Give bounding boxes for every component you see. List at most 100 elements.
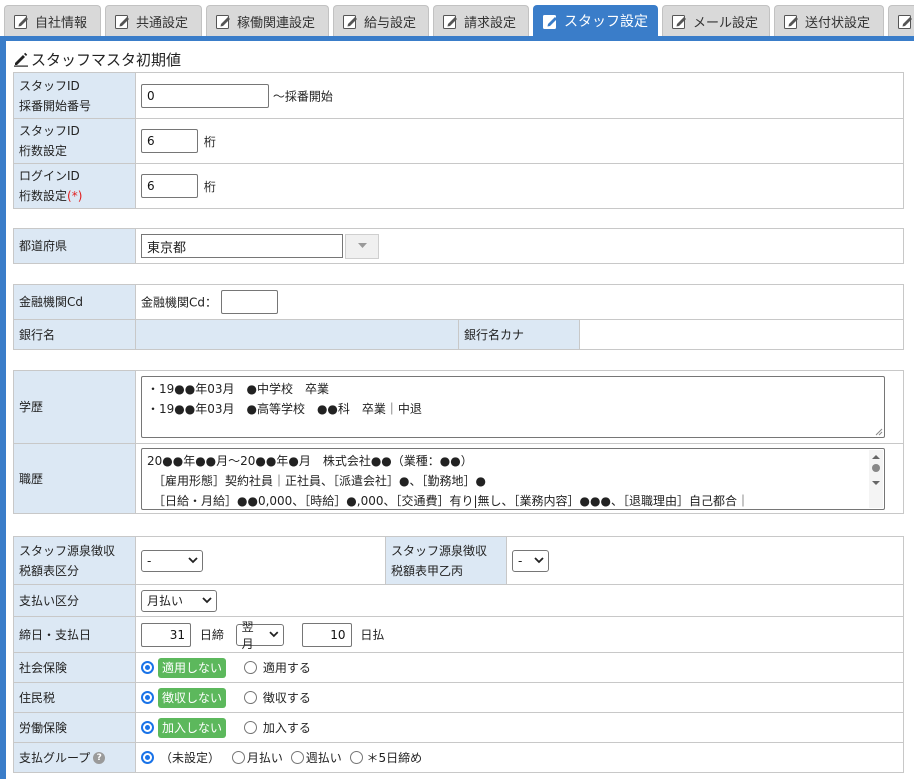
radio-selected[interactable] [141,721,154,734]
tab-staff-settings[interactable]: スタッフ設定 [533,5,658,36]
pay-month-select[interactable]: 翌月 [235,620,284,651]
scroll-up-icon[interactable] [869,452,883,462]
tab-mail-settings[interactable]: メール設定 [662,5,770,36]
pay-group-option-unset[interactable]: （未設定） [141,749,220,766]
pencil-icon [14,52,28,67]
login-id-digits-cell: 桁 [135,163,904,209]
tab-operation-settings[interactable]: 稼働関連設定 [206,5,329,36]
tax-table-class-select[interactable]: - [512,549,549,572]
labor-insurance-label: 労働保険 [13,712,136,743]
left-accent-bar [0,41,6,779]
option-label: 適用する [262,661,311,675]
tab-company-info[interactable]: 自社情報 [4,5,101,36]
social-insurance-option-applied[interactable]: 適用する [243,659,311,676]
caret-down-icon [357,243,367,248]
radio-unselected[interactable] [243,691,257,704]
bank-code-input[interactable] [220,290,278,314]
help-icon[interactable]: ? [93,752,106,764]
bank-name-label: 銀行名 [13,319,136,350]
pay-group-option-monthly[interactable]: 月払い [231,749,283,766]
bank-table: 金融機関Cd 金融機関Cd： 銀行名 銀行名カナ [13,284,904,350]
tab-common-settings[interactable]: 共通設定 [105,5,202,36]
tax-table-type-cell: - [135,536,386,585]
payment-type-select[interactable]: 月払い [141,589,217,612]
chevron-down-icon [202,597,212,604]
radio-unselected[interactable] [290,751,304,764]
login-id-digits-input[interactable] [141,174,198,198]
edit-icon [783,13,800,30]
career-cell: 20●●年●●月～20●●年●月 株式会社●●（業種：●●） ［雇用形態］契約社… [135,443,904,514]
staff-id-start-input[interactable] [141,83,269,108]
label-line: スタッフ源泉徴収 [391,543,488,558]
payment-type-cell: 月払い [135,584,904,617]
staff-id-digits-cell: 桁 [135,118,904,164]
pay-group-option-weekly[interactable]: 週払い [290,749,342,766]
tab-salary-settings[interactable]: 給与設定 [333,5,429,36]
social-insurance-option-not-applied[interactable]: 適用しない [141,657,227,678]
resident-tax-label: 住民税 [13,682,136,713]
text-line: ［雇用形態］契約社員｜正社員、［派遣会社］●、［勤務地］● [147,473,486,488]
edit-icon [215,13,232,30]
tab-label: 自社情報 [35,15,88,31]
tab-label: 稼働関連設定 [237,15,316,31]
tab-more[interactable] [888,5,914,36]
label-line: 税額表甲乙丙 [391,563,464,578]
radio-unselected[interactable] [243,721,257,734]
radio-unselected[interactable] [349,751,363,764]
resident-tax-option-collected[interactable]: 徴収する [243,689,311,706]
staff-id-start-suffix: ～採番開始 [272,89,333,103]
staff-id-digits-input[interactable] [141,129,198,153]
labor-insurance-option-not-joined[interactable]: 加入しない [141,717,227,738]
resident-tax-option-not-collected[interactable]: 徴収しない [141,687,227,708]
tax-table-type-select[interactable]: - [141,549,203,572]
pay-day-input[interactable] [301,622,352,647]
tab-label: スタッフ設定 [564,14,648,30]
staff-id-digits-label: スタッフID 桁数設定 [13,118,136,164]
pay-group-option-5th-closing[interactable]: ＊5日締め [349,749,423,766]
prefecture-dropdown-button[interactable] [345,233,379,259]
payment-type-label: 支払い区分 [13,584,136,617]
history-table: 学歴 ・19●●年03月 ●中学校 卒業 ・19●●年03月 ●高等学校 ●●科… [13,370,904,514]
selected-option-badge: 適用しない [158,657,227,678]
select-value: 翌月 [241,619,254,651]
career-textarea[interactable]: 20●●年●●月～20●●年●月 株式会社●●（業種：●●） ［雇用形態］契約社… [141,447,885,510]
prefecture-label: 都道府県 [13,228,136,264]
tab-cover-letter-settings[interactable]: 送付状設定 [774,5,884,36]
section-title-text: スタッフマスタ初期値 [31,50,182,69]
label-line: スタッフID [19,78,80,93]
label-line: 桁数設定 [19,189,68,203]
tab-label: 共通設定 [136,15,189,31]
scroll-thumb[interactable] [872,463,880,472]
login-id-digits-label: ログインID 桁数設定(*) [13,163,136,209]
scroll-down-icon[interactable] [869,478,883,488]
option-label: （未設定） [160,751,221,765]
radio-selected[interactable] [141,661,154,674]
labor-insurance-option-joined[interactable]: 加入する [243,719,311,736]
labor-insurance-cell: 加入しない 加入する [135,712,904,743]
prefecture-input[interactable]: 東京都 [141,234,343,258]
label-line: 採番開始番号 [19,98,92,113]
staff-id-start-label: スタッフID 採番開始番号 [13,72,136,119]
tab-billing-settings[interactable]: 請求設定 [433,5,529,36]
label-text: 支払グループ [19,750,91,765]
bank-kana-value [579,319,904,350]
career-label: 職歴 [13,443,136,514]
tab-label: メール設定 [693,15,759,31]
tab-label: 送付状設定 [805,15,871,31]
prefecture-combobox[interactable]: 東京都 [141,233,379,259]
radio-unselected[interactable] [243,661,257,674]
education-textarea[interactable]: ・19●●年03月 ●中学校 卒業 ・19●●年03月 ●高等学校 ●●科 卒業… [141,376,885,438]
option-label: ＊5日締め [366,751,423,765]
resize-grip-icon[interactable] [874,427,883,436]
label-line: スタッフID [19,124,80,138]
text-line: ・19●●年03月 ●高等学校 ●●科 卒業｜中退 [147,402,422,416]
bank-code-cell: 金融機関Cd： [135,284,904,320]
label-line: ログインID [19,169,80,183]
closing-day-input[interactable] [141,622,191,647]
career-scrollbar[interactable] [869,449,883,508]
radio-selected[interactable] [141,691,154,704]
radio-unselected[interactable] [231,751,245,764]
chevron-down-icon [188,557,198,564]
edit-icon [342,13,359,30]
radio-selected[interactable] [141,751,154,764]
